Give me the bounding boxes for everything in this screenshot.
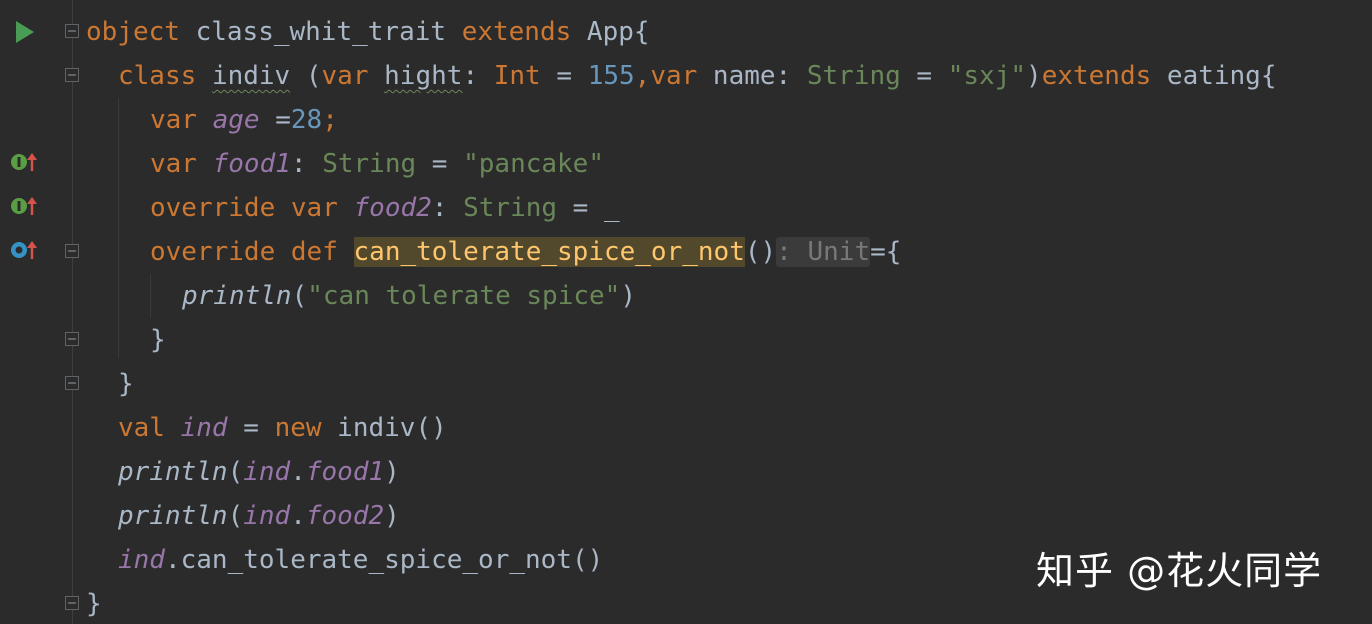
code-token: } [118, 369, 134, 399]
code-token: = [900, 61, 948, 91]
code-token: new [274, 413, 322, 443]
code-token: food2 [305, 501, 385, 531]
code-token: ind [118, 545, 165, 575]
code-token: age [212, 105, 260, 135]
code-token: println [182, 281, 292, 311]
code-token: println [118, 501, 228, 531]
code-token: = [259, 105, 291, 135]
code-token: ( [291, 281, 308, 311]
code-token: = [227, 413, 275, 443]
code-token: : [462, 61, 494, 91]
code-token: ind [243, 501, 291, 531]
code-line[interactable]: class indiv (var hight: Int = 155,var na… [0, 54, 1372, 98]
code-token: : [290, 149, 323, 179]
code-token: ind [243, 457, 291, 487]
code-token: () [744, 237, 777, 267]
code-line[interactable]: var food1: String = "pancake" [0, 142, 1372, 186]
code-line[interactable]: var age =28; [0, 98, 1372, 142]
code-token: . [290, 501, 306, 531]
code-token: ) [1026, 61, 1042, 91]
code-token: var [290, 193, 338, 223]
code-token: = [540, 61, 588, 91]
code-token: String [463, 193, 558, 223]
code-line[interactable]: object class_whit_trait extends App{ [0, 10, 1372, 54]
code-token: ( [227, 457, 244, 487]
code-line[interactable]: println(ind.food1) [0, 450, 1372, 494]
code-token: ) [384, 457, 400, 487]
code-token: def [290, 237, 338, 267]
code-token: : Unit [776, 237, 871, 267]
code-token: indiv [211, 61, 291, 91]
code-token: ( [227, 501, 244, 531]
watermark-text: 知乎 @花火同学 [1036, 549, 1323, 593]
code-token: } [150, 325, 166, 355]
code-token: class_whit_trait [179, 17, 462, 47]
code-token: ( [290, 61, 322, 91]
code-token: : [431, 193, 464, 223]
code-line[interactable]: override var food2: String = _ [0, 186, 1372, 230]
code-line[interactable]: println("can tolerate spice") [0, 274, 1372, 318]
code-token: "can tolerate spice" [307, 281, 621, 311]
code-token: can_tolerate_spice_or_not [353, 237, 745, 267]
code-token: food1 [305, 457, 385, 487]
code-token: extends [1041, 61, 1152, 91]
code-line[interactable]: val ind = new indiv() [0, 406, 1372, 450]
code-token: ; [322, 105, 338, 135]
code-token: indiv() [321, 413, 447, 443]
code-line[interactable]: } [0, 318, 1372, 362]
code-token: ) [620, 281, 636, 311]
code-token: = _ [557, 193, 620, 223]
code-token: "sxj" [947, 61, 1027, 91]
code-token: Int [493, 61, 541, 91]
code-token: name: [697, 61, 807, 91]
code-token: food2 [353, 193, 432, 223]
code-token: override [150, 193, 276, 223]
code-token: val [118, 413, 165, 443]
code-token: ={ [870, 237, 902, 267]
code-token: .can_tolerate_spice_or_not() [164, 545, 604, 575]
code-token: hight [384, 61, 463, 91]
code-token: extends [461, 17, 572, 47]
code-token: eating{ [1151, 61, 1277, 91]
code-line[interactable]: println(ind.food2) [0, 494, 1372, 538]
code-token: override [150, 237, 276, 267]
code-token: ind [180, 413, 228, 443]
code-token: , [634, 61, 651, 91]
code-token: . [290, 457, 306, 487]
code-token: var [150, 105, 197, 135]
code-token: 28 [290, 105, 323, 135]
code-token: App{ [571, 17, 650, 47]
code-line[interactable]: override def can_tolerate_spice_or_not()… [0, 230, 1372, 274]
code-token: class [118, 61, 197, 91]
code-token: object [86, 17, 180, 47]
code-token: = [416, 149, 464, 179]
code-token: println [118, 457, 228, 487]
code-token: String [322, 149, 417, 179]
code-line[interactable]: } [0, 362, 1372, 406]
code-token: var [321, 61, 369, 91]
code-token: var [650, 61, 698, 91]
code-token: ) [384, 501, 400, 531]
code-token: String [806, 61, 901, 91]
code-token: var [150, 149, 197, 179]
code-token: "pancake" [463, 149, 604, 179]
code-token: food1 [212, 149, 291, 179]
code-token: } [86, 589, 102, 619]
code-token: 155 [587, 61, 635, 91]
